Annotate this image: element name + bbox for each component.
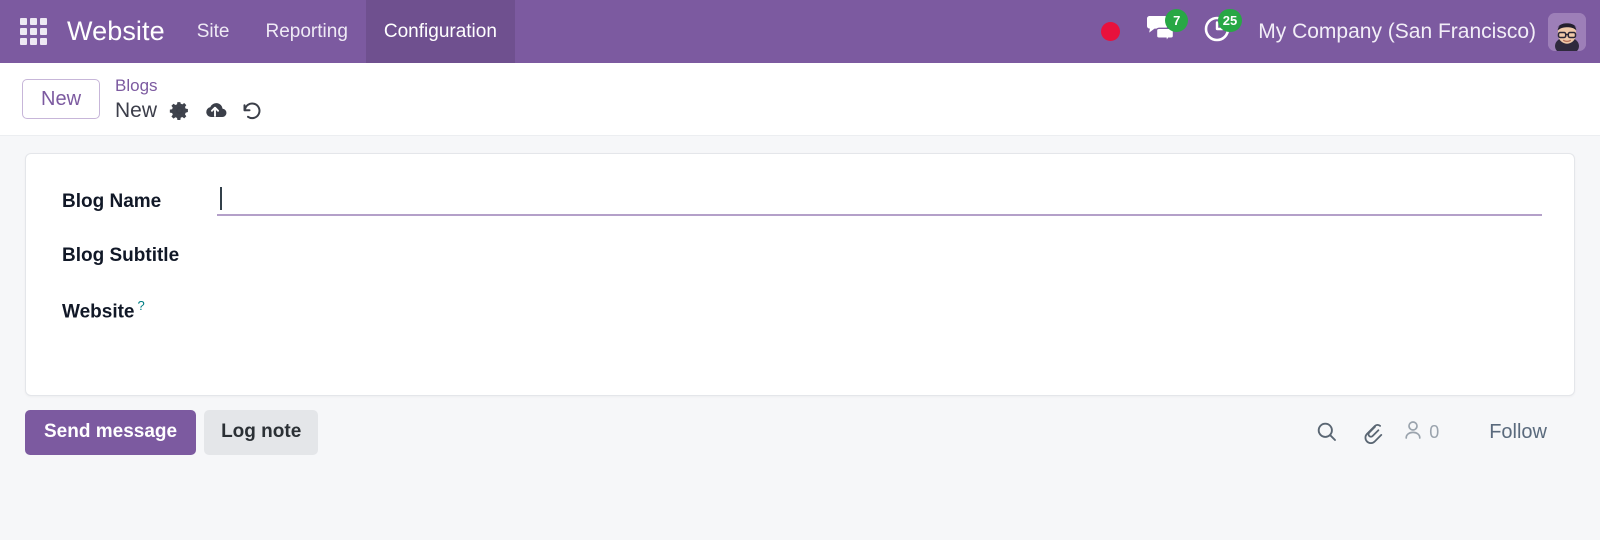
breadcrumb-parent-blogs[interactable]: Blogs [115,75,262,96]
blog-name-input[interactable] [217,186,1542,216]
apps-menu-toggle[interactable] [0,0,63,63]
send-message-button[interactable]: Send message [25,410,197,455]
menu-item-reporting[interactable]: Reporting [248,0,366,63]
top-navbar: Website Site Reporting Configuration 7 2… [0,0,1600,63]
paperclip-icon[interactable] [1350,420,1396,445]
field-label-blog-subtitle: Blog Subtitle [62,245,180,266]
text-cursor [220,187,222,210]
menu-item-site[interactable]: Site [179,0,248,63]
activities-count-badge: 25 [1217,9,1243,32]
app-brand-website[interactable]: Website [63,0,179,63]
field-row-website: Website? [62,294,1538,325]
chatter-toolbar: Send message Log note 0 Follow [0,396,1600,455]
search-icon[interactable] [1304,420,1350,444]
field-label-blog-name: Blog Name [62,191,162,212]
follow-button[interactable]: Follow [1449,415,1575,450]
breadcrumb-current-new: New [115,98,158,122]
navbar-left-section: Website Site Reporting Configuration [0,0,515,63]
company-switcher[interactable]: My Company (San Francisco) [1244,20,1548,44]
recording-indicator[interactable] [1089,0,1132,63]
control-panel: New Blogs New [0,63,1600,136]
breadcrumb-current-row: New [115,98,262,123]
systray: 7 25 My Company (San Francisco) [1089,0,1600,63]
followers-count: 0 [1429,421,1440,442]
field-label-website-text: Website [62,301,135,323]
main-menu: Site Reporting Configuration [179,0,515,63]
form-sheet: Blog Name Blog Subtitle Website? [25,153,1575,396]
chatter-right-tools: 0 Follow [1304,415,1575,450]
breadcrumb: Blogs New [115,75,262,122]
activities-menu[interactable]: 25 [1190,0,1244,63]
user-avatar[interactable] [1548,12,1586,51]
field-value-blog-subtitle[interactable] [217,240,1538,270]
cloud-upload-icon[interactable] [202,100,228,121]
log-note-button[interactable]: Log note [204,410,319,455]
undo-arrow-icon[interactable] [240,100,262,121]
form-sheet-wrapper: Blog Name Blog Subtitle Website? [0,136,1600,396]
apps-grid-icon [20,18,47,45]
field-row-blog-subtitle: Blog Subtitle [62,240,1538,270]
field-label-website: Website? [62,294,217,325]
messages-menu[interactable]: 7 [1132,0,1190,63]
new-record-button[interactable]: New [22,79,101,119]
record-dot-icon [1101,22,1121,41]
settings-gear-icon[interactable] [169,100,190,121]
field-row-blog-name: Blog Name [62,186,1542,216]
help-question-icon[interactable]: ? [138,298,145,313]
messages-count-badge: 7 [1165,9,1189,32]
field-value-blog-name [217,186,1542,216]
website-input[interactable] [217,294,1538,320]
user-outline-icon [1402,419,1424,446]
blog-subtitle-input[interactable] [217,240,1538,266]
followers-button[interactable]: 0 [1396,419,1449,446]
field-value-website[interactable] [217,294,1538,324]
chatter-compose-buttons: Send message Log note [25,410,319,455]
menu-item-configuration[interactable]: Configuration [365,0,515,63]
